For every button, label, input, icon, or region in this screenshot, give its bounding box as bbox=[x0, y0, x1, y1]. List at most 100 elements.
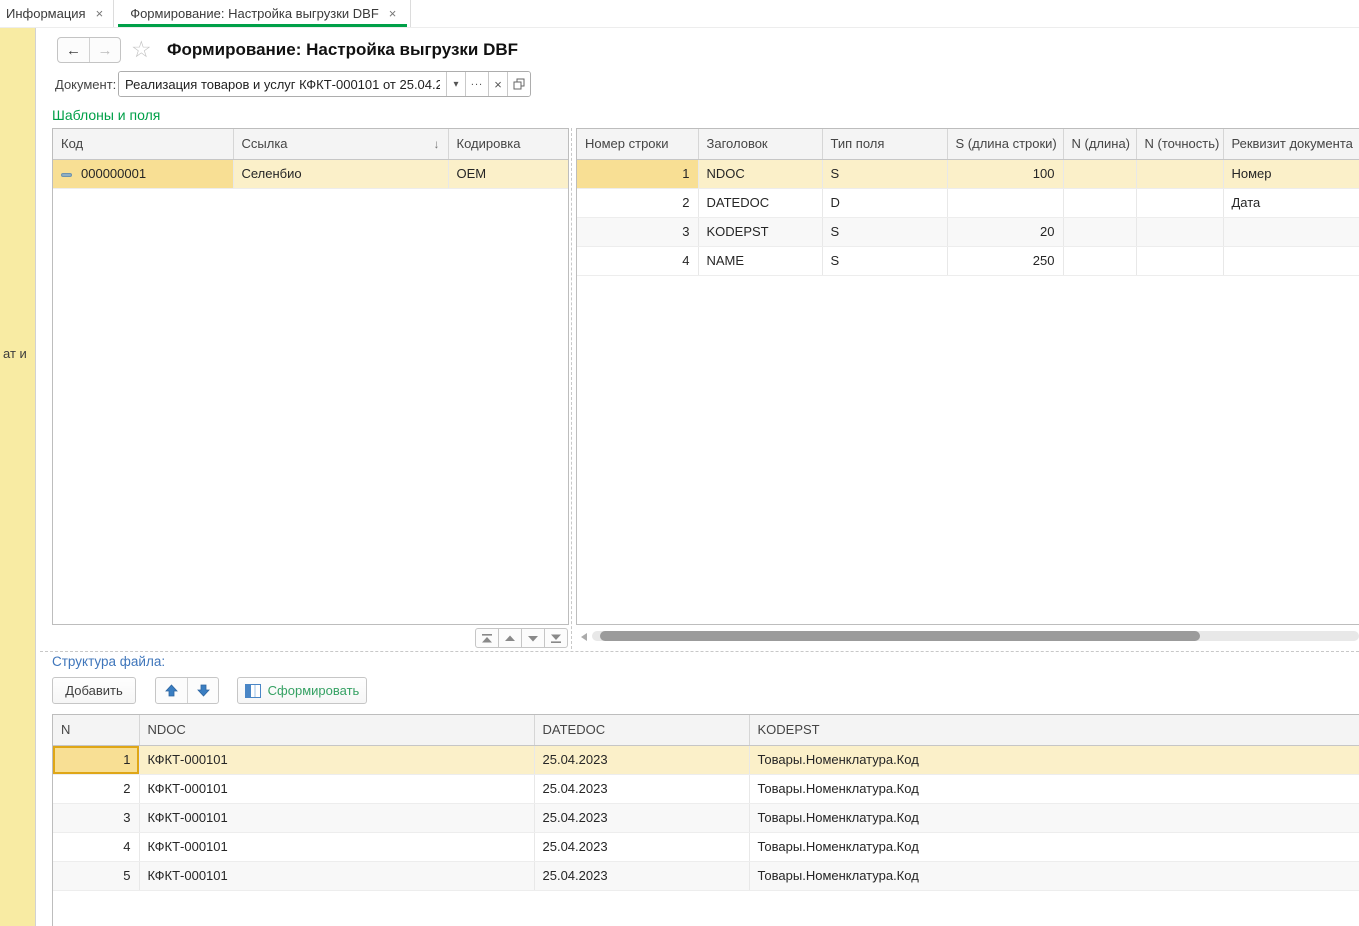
cell[interactable]: 20 bbox=[947, 217, 1063, 246]
column-header[interactable]: KODEPST bbox=[749, 715, 1359, 745]
cell[interactable] bbox=[1223, 246, 1359, 275]
cell[interactable]: КФКТ-000101 bbox=[139, 861, 534, 890]
cell[interactable]: 25.04.2023 bbox=[534, 803, 749, 832]
cell[interactable]: NAME bbox=[698, 246, 822, 275]
cell[interactable]: S bbox=[822, 246, 947, 275]
column-header[interactable]: DATEDOC bbox=[534, 715, 749, 745]
clear-button[interactable]: × bbox=[488, 72, 507, 96]
cell[interactable]: КФКТ-000101 bbox=[139, 803, 534, 832]
cell[interactable]: 1 bbox=[53, 745, 139, 774]
scrollbar-thumb[interactable] bbox=[600, 631, 1200, 641]
table-row[interactable]: 3KODEPSTS20 bbox=[577, 217, 1359, 246]
cell[interactable]: 1 bbox=[577, 159, 698, 188]
cell[interactable]: КФКТ-000101 bbox=[139, 745, 534, 774]
cell[interactable] bbox=[947, 188, 1063, 217]
cell[interactable]: S bbox=[822, 217, 947, 246]
cell[interactable]: 25.04.2023 bbox=[534, 861, 749, 890]
column-header[interactable]: Код bbox=[53, 129, 233, 159]
structure-section-title[interactable]: Структура файла: bbox=[52, 654, 165, 669]
favorite-star-icon[interactable]: ☆ bbox=[131, 36, 152, 63]
column-header[interactable]: N (длина) bbox=[1063, 129, 1136, 159]
column-header[interactable]: N (точность) bbox=[1136, 129, 1223, 159]
column-header[interactable]: S (длина строки) bbox=[947, 129, 1063, 159]
add-button[interactable]: Добавить bbox=[52, 677, 136, 704]
move-down-button[interactable] bbox=[521, 628, 545, 648]
move-up-button[interactable] bbox=[498, 628, 522, 648]
cell[interactable]: 25.04.2023 bbox=[534, 832, 749, 861]
cell[interactable]: Дата bbox=[1223, 188, 1359, 217]
scrollbar-track[interactable] bbox=[592, 631, 1359, 641]
cell[interactable]: 4 bbox=[53, 832, 139, 861]
document-input[interactable] bbox=[119, 72, 446, 96]
column-header[interactable]: Тип поля bbox=[822, 129, 947, 159]
horizontal-splitter[interactable] bbox=[40, 651, 1359, 652]
cell[interactable] bbox=[1136, 159, 1223, 188]
generate-button[interactable]: Сформировать bbox=[237, 677, 367, 704]
column-header[interactable]: Кодировка bbox=[448, 129, 568, 159]
go-bottom-button[interactable] bbox=[544, 628, 568, 648]
cell[interactable]: DATEDOC bbox=[698, 188, 822, 217]
cell[interactable]: Товары.Номенклатура.Код bbox=[749, 832, 1359, 861]
cell[interactable]: Товары.Номенклатура.Код bbox=[749, 745, 1359, 774]
cell[interactable]: 3 bbox=[577, 217, 698, 246]
cell[interactable] bbox=[1136, 246, 1223, 275]
dropdown-button[interactable]: ▾ bbox=[446, 72, 465, 96]
cell[interactable]: 4 bbox=[577, 246, 698, 275]
scroll-left-button[interactable] bbox=[578, 631, 590, 642]
cell[interactable]: NDOC bbox=[698, 159, 822, 188]
cell[interactable]: 100 bbox=[947, 159, 1063, 188]
cell[interactable]: 000000001 bbox=[53, 159, 233, 188]
cell[interactable]: 250 bbox=[947, 246, 1063, 275]
cell[interactable]: 25.04.2023 bbox=[534, 745, 749, 774]
choose-button[interactable]: ... bbox=[465, 72, 488, 96]
tab-dbf-export[interactable]: Формирование: Настройка выгрузки DBF × bbox=[114, 0, 411, 27]
table-row[interactable]: 000000001СеленбиоOEM bbox=[53, 159, 568, 188]
column-header[interactable]: Номер строки bbox=[577, 129, 698, 159]
cell[interactable]: Товары.Номенклатура.Код bbox=[749, 774, 1359, 803]
cell[interactable]: Товары.Номенклатура.Код bbox=[749, 861, 1359, 890]
cell[interactable]: Селенбио bbox=[233, 159, 448, 188]
cell[interactable] bbox=[1063, 159, 1136, 188]
table-row[interactable]: 1NDOCS100 Номер bbox=[577, 159, 1359, 188]
go-top-button[interactable] bbox=[475, 628, 499, 648]
cell[interactable]: KODEPST bbox=[698, 217, 822, 246]
close-icon[interactable]: × bbox=[389, 6, 397, 21]
open-button[interactable] bbox=[507, 72, 530, 96]
vertical-splitter[interactable] bbox=[571, 128, 572, 649]
cell[interactable]: 3 bbox=[53, 803, 139, 832]
table-row[interactable]: 3КФКТ-00010125.04.2023Товары.Номенклатур… bbox=[53, 803, 1359, 832]
table-row[interactable]: 4NAMES250 bbox=[577, 246, 1359, 275]
column-header[interactable]: Заголовок bbox=[698, 129, 822, 159]
column-header[interactable]: Реквизит документа bbox=[1223, 129, 1359, 159]
row-up-button[interactable] bbox=[156, 678, 187, 703]
table-row[interactable]: 5КФКТ-00010125.04.2023Товары.Номенклатур… bbox=[53, 861, 1359, 890]
column-header[interactable]: NDOC bbox=[139, 715, 534, 745]
tab-information[interactable]: Информация × bbox=[0, 0, 114, 27]
cell[interactable] bbox=[1063, 217, 1136, 246]
table-row[interactable]: 2КФКТ-00010125.04.2023Товары.Номенклатур… bbox=[53, 774, 1359, 803]
cell[interactable] bbox=[1223, 217, 1359, 246]
cell[interactable]: S bbox=[822, 159, 947, 188]
cell[interactable] bbox=[1136, 188, 1223, 217]
table-row[interactable]: 2DATEDOCD Дата bbox=[577, 188, 1359, 217]
cell[interactable]: Товары.Номенклатура.Код bbox=[749, 803, 1359, 832]
column-header[interactable]: N bbox=[53, 715, 139, 745]
cell[interactable] bbox=[1063, 246, 1136, 275]
forward-button[interactable]: → bbox=[89, 38, 120, 62]
row-down-button[interactable] bbox=[187, 678, 218, 703]
table-row[interactable]: 1КФКТ-00010125.04.2023Товары.Номенклатур… bbox=[53, 745, 1359, 774]
cell[interactable]: КФКТ-000101 bbox=[139, 774, 534, 803]
cell[interactable]: КФКТ-000101 bbox=[139, 832, 534, 861]
cell[interactable]: 2 bbox=[577, 188, 698, 217]
cell[interactable]: 2 bbox=[53, 774, 139, 803]
close-icon[interactable]: × bbox=[96, 6, 104, 21]
cell[interactable]: Номер bbox=[1223, 159, 1359, 188]
cell[interactable] bbox=[1136, 217, 1223, 246]
cell[interactable]: OEM bbox=[448, 159, 568, 188]
cell[interactable]: 5 bbox=[53, 861, 139, 890]
back-button[interactable]: ← bbox=[58, 38, 89, 62]
cell[interactable]: 25.04.2023 bbox=[534, 774, 749, 803]
column-header[interactable]: Ссылка↓ bbox=[233, 129, 448, 159]
table-row[interactable]: 4КФКТ-00010125.04.2023Товары.Номенклатур… bbox=[53, 832, 1359, 861]
cell[interactable]: D bbox=[822, 188, 947, 217]
